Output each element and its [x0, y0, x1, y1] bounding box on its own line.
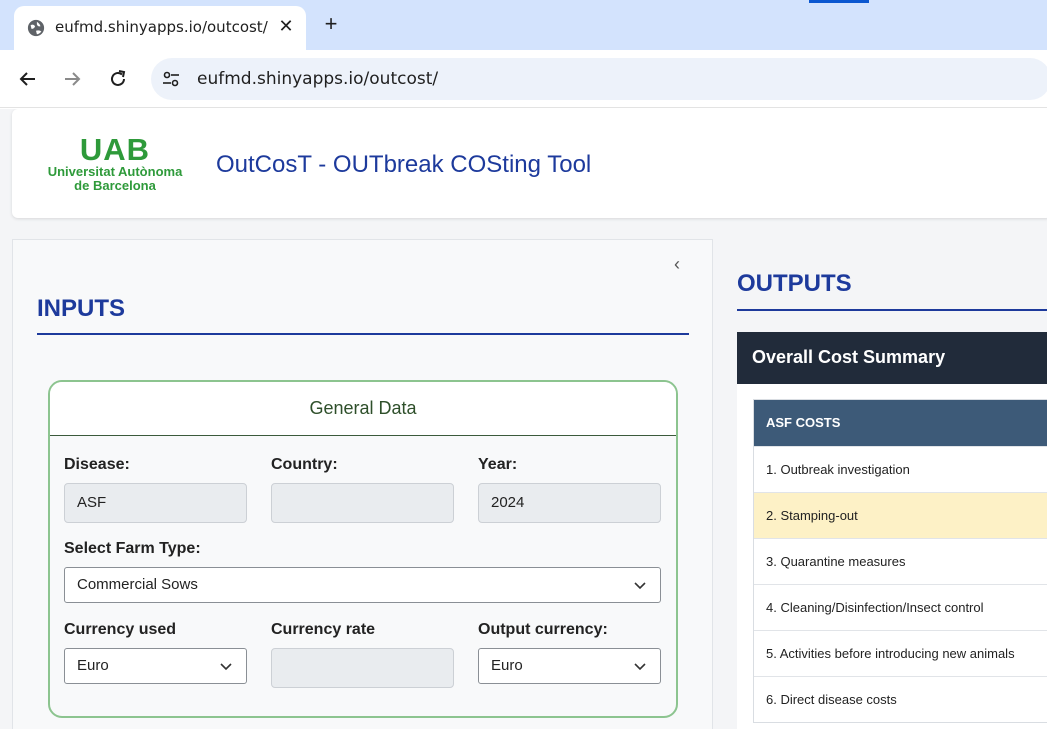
farm-type-label: Select Farm Type: — [64, 540, 201, 557]
outputs-title: OUTPUTS — [737, 270, 852, 297]
table-row: 3. Quarantine measures — [754, 538, 1047, 584]
country-label: Country: — [271, 456, 338, 473]
currency-used-value: Euro — [77, 657, 109, 674]
back-arrow-icon[interactable] — [16, 67, 40, 91]
general-data-title: General Data — [309, 398, 417, 418]
output-currency-label: Output currency: — [478, 621, 608, 638]
table-row: 5. Activities before introducing new ani… — [754, 630, 1047, 676]
browser-toolbar: eufmd.shinyapps.io/outcost/ — [0, 50, 1047, 108]
app-title: OutCosT - OUTbreak COSting Tool — [216, 151, 592, 178]
inputs-divider — [37, 333, 689, 335]
site-settings-icon[interactable] — [161, 69, 181, 89]
disease-field[interactable]: ASF — [64, 483, 247, 523]
currency-rate-field[interactable] — [271, 648, 454, 688]
reload-icon[interactable] — [106, 67, 130, 91]
app-header: UAB Universitat Autònoma de Barcelona Ou… — [12, 109, 1047, 218]
table-row: 4. Cleaning/Disinfection/Insect control — [754, 584, 1047, 630]
country-field[interactable] — [271, 483, 454, 523]
logo-text-line1: Universitat Autònoma — [47, 164, 183, 179]
browser-tab[interactable]: eufmd.shinyapps.io/outcost/ ✕ — [14, 6, 306, 50]
farm-type-select[interactable]: Commercial Sows — [64, 567, 661, 603]
output-currency-value: Euro — [491, 657, 523, 674]
url-text: eufmd.shinyapps.io/outcost/ — [197, 69, 439, 89]
chevron-down-icon — [634, 582, 646, 590]
close-icon[interactable]: ✕ — [276, 16, 296, 36]
inputs-title: INPUTS — [37, 295, 126, 322]
disease-label: Disease: — [64, 456, 130, 473]
currency-used-select[interactable]: Euro — [64, 648, 247, 684]
browser-tab-bar: eufmd.shinyapps.io/outcost/ ✕ + — [0, 0, 1047, 50]
collapse-chevron-icon[interactable]: ‹ — [674, 255, 690, 273]
chevron-down-icon — [634, 663, 646, 671]
general-data-header: General Data — [50, 382, 676, 436]
asf-costs-table: ASF COSTS 1. Outbreak investigation 2. S… — [753, 399, 1047, 723]
currency-rate-label: Currency rate — [271, 621, 376, 638]
tab-title: eufmd.shinyapps.io/outcost/ — [55, 18, 268, 36]
globe-icon — [27, 19, 45, 37]
overall-cost-summary-card: Overall Cost Summary ASF COSTS 1. Outbre… — [737, 332, 1047, 729]
farm-type-value: Commercial Sows — [77, 576, 198, 593]
summary-header: Overall Cost Summary — [737, 332, 1047, 384]
general-data-card: General Data Disease: ASF Country: Year:… — [48, 380, 678, 718]
table-row: 2. Stamping-out — [754, 492, 1047, 538]
app-page: UAB Universitat Autònoma de Barcelona Ou… — [0, 109, 1047, 729]
uab-logo: UAB Universitat Autònoma de Barcelona — [40, 132, 190, 193]
table-row: 1. Outbreak investigation — [754, 446, 1047, 492]
year-field[interactable]: 2024 — [478, 483, 661, 523]
table-header: ASF COSTS — [754, 400, 1047, 446]
summary-title: Overall Cost Summary — [752, 347, 946, 367]
year-label: Year: — [478, 456, 518, 473]
currency-used-label: Currency used — [64, 621, 177, 638]
logo-text-uab: UAB — [79, 132, 151, 167]
forward-arrow-icon[interactable] — [60, 67, 84, 91]
chevron-down-icon — [220, 663, 232, 671]
address-bar[interactable]: eufmd.shinyapps.io/outcost/ — [151, 58, 1047, 100]
tab-strip-indicator — [809, 0, 869, 3]
table-row: 6. Direct disease costs — [754, 676, 1047, 722]
logo-text-line2: de Barcelona — [74, 178, 156, 193]
output-currency-select[interactable]: Euro — [478, 648, 661, 684]
outputs-divider — [737, 309, 1047, 311]
outputs-panel: OUTPUTS Overall Cost Summary ASF COSTS 1… — [712, 239, 1047, 729]
plus-icon[interactable]: + — [319, 12, 343, 36]
inputs-sidebar: ‹ INPUTS General Data Disease: ASF Count… — [12, 239, 712, 729]
